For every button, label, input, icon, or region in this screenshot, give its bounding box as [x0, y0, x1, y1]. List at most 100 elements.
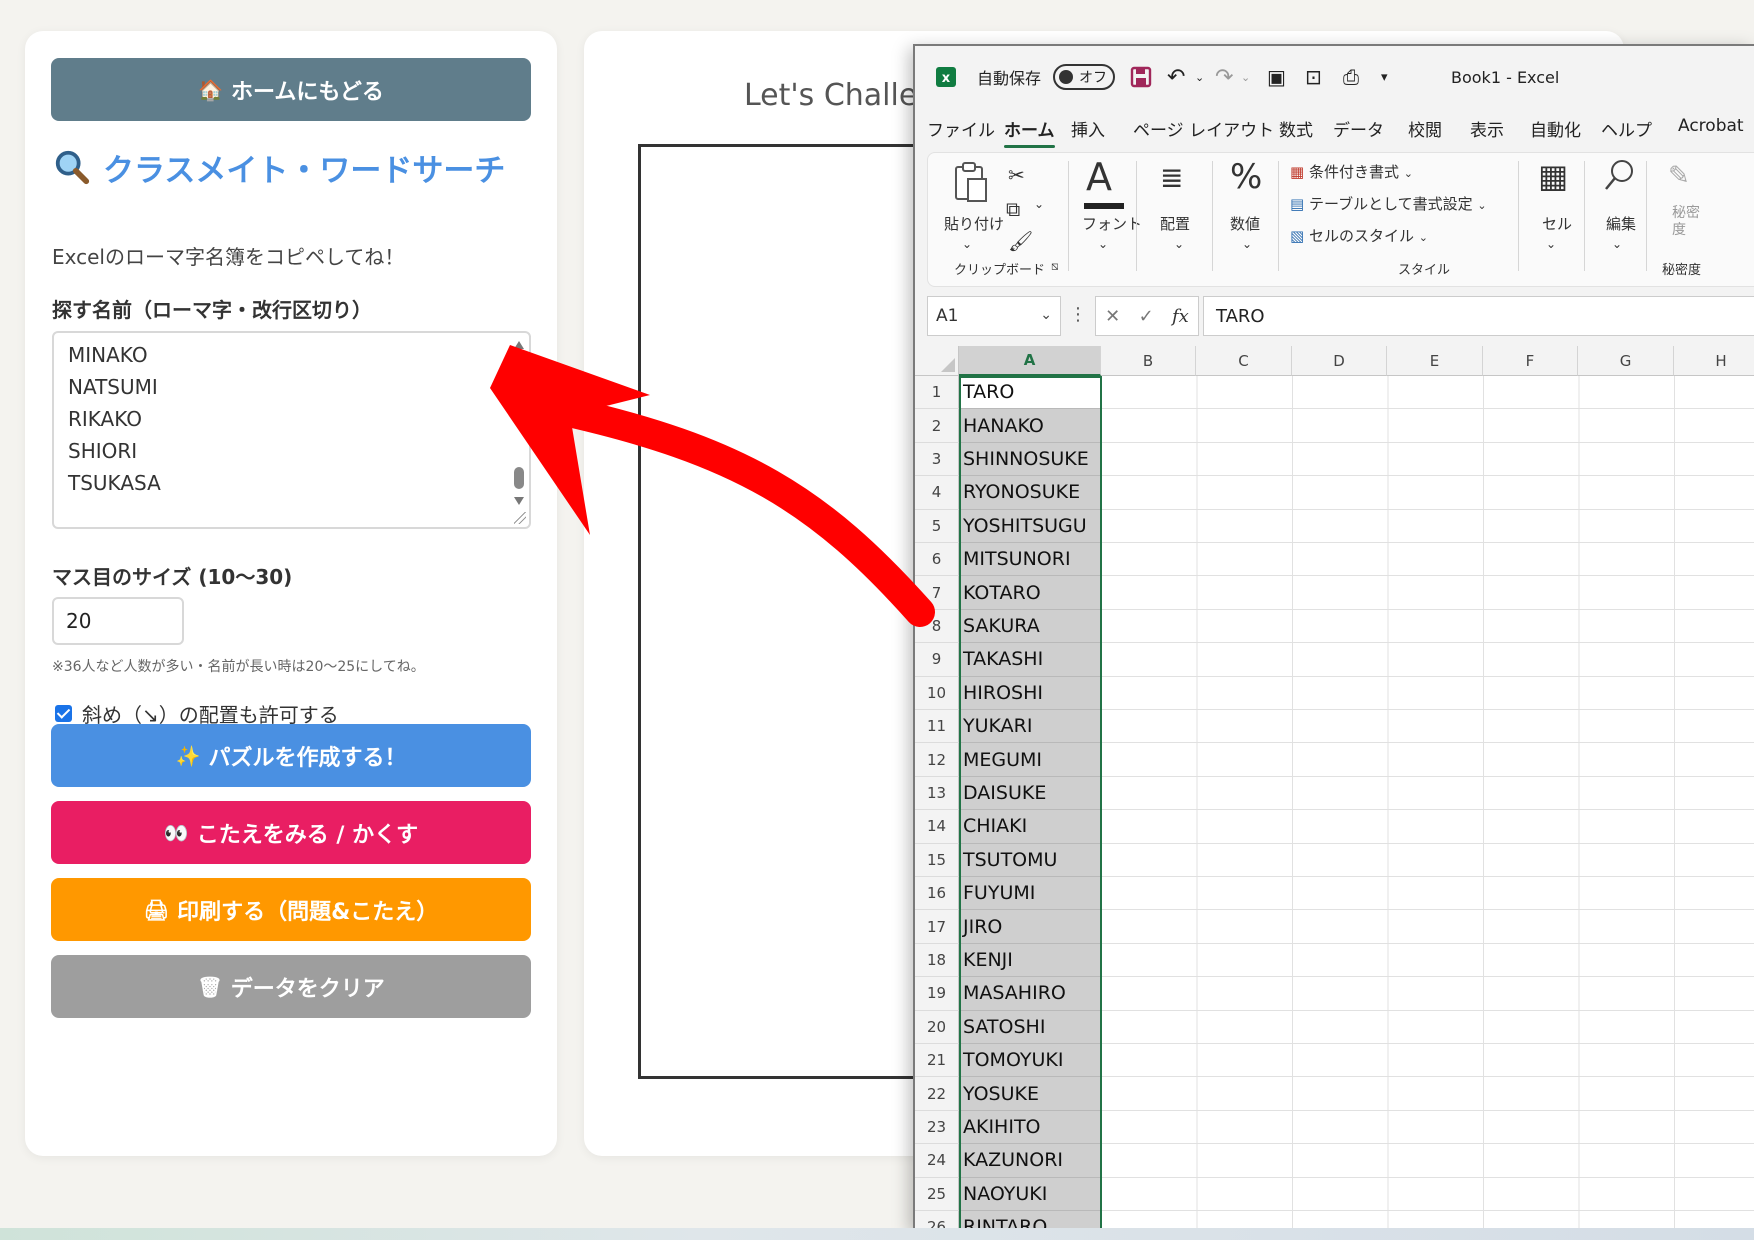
- empty-cells[interactable]: [1101, 676, 1754, 710]
- sensitivity-button-label[interactable]: 秘密度: [1672, 205, 1712, 239]
- resize-grip-icon[interactable]: [514, 512, 526, 524]
- cell-a[interactable]: TAKASHI: [959, 643, 1101, 677]
- cell-a[interactable]: HANAKO: [959, 409, 1101, 443]
- ribbon-tab[interactable]: ヘルプ: [1601, 116, 1652, 141]
- empty-cells[interactable]: [1101, 776, 1754, 811]
- empty-cells[interactable]: [1101, 1177, 1754, 1211]
- cut-icon[interactable]: ✂: [1008, 163, 1025, 187]
- empty-cells[interactable]: [1101, 609, 1754, 644]
- row-header[interactable]: 2: [915, 409, 959, 443]
- cell-a[interactable]: SATOSHI: [959, 1010, 1101, 1044]
- ribbon-tab[interactable]: 数式: [1279, 116, 1313, 141]
- column-header[interactable]: C: [1196, 346, 1292, 376]
- alignment-label[interactable]: 配置: [1160, 213, 1190, 234]
- row-header[interactable]: 24: [915, 1144, 959, 1178]
- undo-icon[interactable]: ↶: [1167, 46, 1185, 108]
- row-header[interactable]: 21: [915, 1044, 959, 1078]
- empty-cells[interactable]: [1101, 1044, 1754, 1078]
- font-label[interactable]: フォント: [1082, 213, 1142, 234]
- row-header[interactable]: 3: [915, 442, 959, 477]
- ribbon-tab[interactable]: 自動化: [1530, 116, 1581, 141]
- cell-a[interactable]: NAOYUKI: [959, 1177, 1101, 1211]
- ribbon-tab[interactable]: ページ レイアウト: [1133, 116, 1274, 141]
- row-header[interactable]: 13: [915, 776, 959, 811]
- row-header[interactable]: 25: [915, 1177, 959, 1211]
- ribbon-tab[interactable]: 挿入: [1071, 116, 1105, 141]
- row-header[interactable]: 17: [915, 910, 959, 944]
- row-header[interactable]: 6: [915, 543, 959, 577]
- empty-cells[interactable]: [1101, 543, 1754, 577]
- cell-a[interactable]: YOSUKE: [959, 1077, 1101, 1111]
- redo-dropdown-icon[interactable]: ⌄: [1241, 46, 1250, 108]
- column-header[interactable]: B: [1101, 346, 1196, 376]
- cells-icon[interactable]: ▦: [1538, 157, 1568, 195]
- undo-dropdown-icon[interactable]: ⌄: [1195, 46, 1204, 108]
- empty-cells[interactable]: [1101, 1144, 1754, 1178]
- cell-a[interactable]: MASAHIRO: [959, 977, 1101, 1011]
- empty-cells[interactable]: [1101, 409, 1754, 443]
- cells-label[interactable]: セル: [1542, 213, 1572, 234]
- ribbon-tab[interactable]: ファイル: [927, 116, 995, 141]
- cell-a[interactable]: TSUTOMU: [959, 843, 1101, 877]
- empty-cells[interactable]: [1101, 643, 1754, 677]
- font-dropdown-icon[interactable]: ⌄: [1098, 237, 1108, 251]
- cell-a[interactable]: TOMOYUKI: [959, 1044, 1101, 1078]
- search-icon[interactable]: [1602, 157, 1638, 197]
- confirm-icon[interactable]: ✓: [1139, 306, 1154, 327]
- row-header[interactable]: 20: [915, 1010, 959, 1044]
- spreadsheet-grid[interactable]: A B C D E F G H 1 TARO 2 HANAKO 3 SHINNOSUKE 4 RYONOSUK…: [915, 346, 1754, 1230]
- conditional-format-button[interactable]: ▦ 条件付き書式 ⌄: [1290, 161, 1413, 182]
- row-header[interactable]: 7: [915, 576, 959, 610]
- textarea-scrollbar[interactable]: [513, 339, 525, 523]
- empty-cells[interactable]: [1101, 509, 1754, 543]
- cell-a[interactable]: KENJI: [959, 943, 1101, 978]
- scroll-up-icon[interactable]: [514, 341, 524, 349]
- row-header[interactable]: 14: [915, 810, 959, 844]
- empty-cells[interactable]: [1101, 1077, 1754, 1111]
- cell-a[interactable]: FUYUMI: [959, 877, 1101, 911]
- column-header[interactable]: A: [959, 346, 1101, 376]
- empty-cells[interactable]: [1101, 743, 1754, 777]
- grid-size-input[interactable]: 20: [52, 597, 184, 645]
- home-button[interactable]: 🏠 ホームにもどる: [51, 58, 531, 121]
- cell-a[interactable]: KOTARO: [959, 576, 1101, 610]
- preview-icon[interactable]: ⎙: [1343, 46, 1359, 108]
- empty-cells[interactable]: [1101, 910, 1754, 944]
- cell-a[interactable]: KAZUNORI: [959, 1144, 1101, 1178]
- row-header[interactable]: 23: [915, 1110, 959, 1145]
- empty-cells[interactable]: [1101, 710, 1754, 744]
- cells-dropdown-icon[interactable]: ⌄: [1546, 237, 1556, 251]
- sensitivity-icon[interactable]: ✎: [1668, 161, 1690, 191]
- empty-cells[interactable]: [1101, 977, 1754, 1011]
- font-icon[interactable]: A: [1086, 155, 1112, 199]
- formula-bar-options-icon[interactable]: ⋮: [1069, 304, 1087, 325]
- cancel-icon[interactable]: ✕: [1105, 306, 1120, 327]
- create-puzzle-button[interactable]: ✨ パズルを作成する！: [51, 724, 531, 787]
- row-header[interactable]: 15: [915, 843, 959, 877]
- ribbon-tab[interactable]: 校閲: [1408, 116, 1442, 141]
- row-header[interactable]: 11: [915, 710, 959, 744]
- cell-a[interactable]: SAKURA: [959, 609, 1101, 644]
- autosave-toggle[interactable]: オフ: [1053, 46, 1115, 108]
- cell-a[interactable]: CHIAKI: [959, 810, 1101, 844]
- formula-input[interactable]: TARO: [1203, 296, 1754, 336]
- row-header[interactable]: 10: [915, 676, 959, 710]
- paste-label[interactable]: 貼り付け: [944, 213, 1004, 234]
- print-button[interactable]: 🖨 印刷する（問題&こたえ）: [51, 878, 531, 941]
- select-all-corner[interactable]: [915, 346, 959, 376]
- table-format-button[interactable]: ▤ テーブルとして書式設定 ⌄: [1290, 193, 1487, 214]
- cell-a[interactable]: JIRO: [959, 910, 1101, 944]
- edit-label[interactable]: 編集: [1606, 213, 1636, 234]
- column-header[interactable]: D: [1292, 346, 1387, 376]
- cell-a[interactable]: YOSHITSUGU: [959, 509, 1101, 543]
- name-box[interactable]: A1 ⌄: [927, 296, 1061, 336]
- paste-icon[interactable]: [952, 161, 990, 209]
- cell-a[interactable]: AKIHITO: [959, 1110, 1101, 1145]
- edit-dropdown-icon[interactable]: ⌄: [1612, 237, 1622, 251]
- customize-toolbar-icon[interactable]: ▾: [1381, 46, 1388, 108]
- empty-cells[interactable]: [1101, 877, 1754, 911]
- ribbon-tab[interactable]: ホーム: [1004, 116, 1055, 148]
- redo-icon[interactable]: ↷: [1215, 46, 1233, 108]
- paste-dropdown-icon[interactable]: ⌄: [962, 237, 972, 251]
- empty-cells[interactable]: [1101, 476, 1754, 510]
